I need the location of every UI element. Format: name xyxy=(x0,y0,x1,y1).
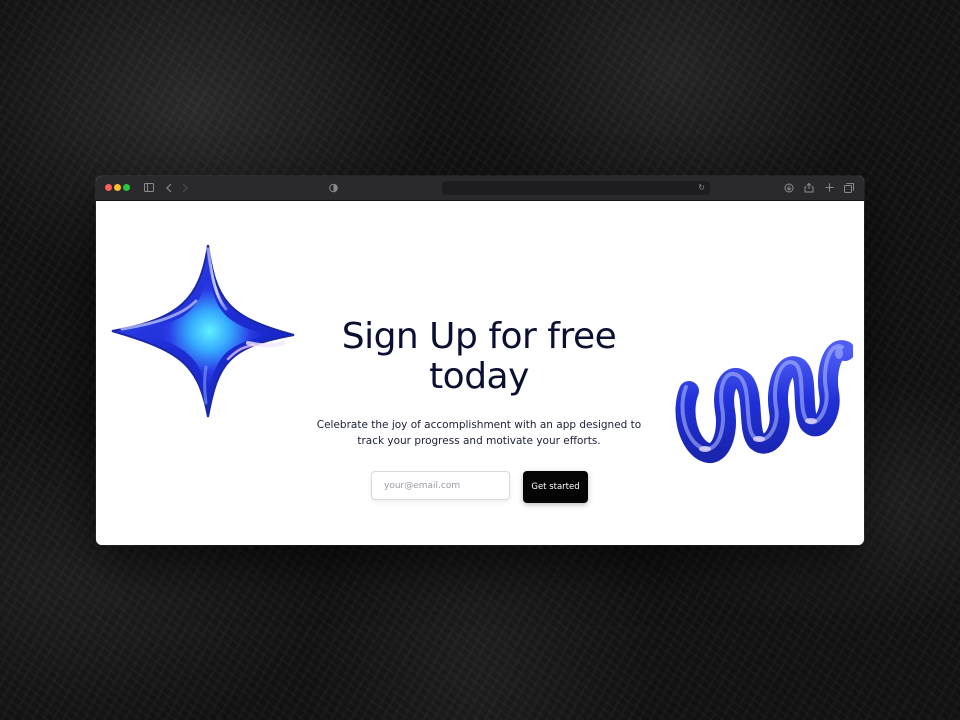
signup-page: Sign Up for free today Celebrate the joy… xyxy=(96,201,864,545)
back-chevron-icon[interactable] xyxy=(166,183,172,193)
download-icon[interactable] xyxy=(784,183,794,193)
glossy-star-illustration xyxy=(111,244,295,418)
browser-toolbar: ↻ xyxy=(96,176,864,201)
page-subtitle: Celebrate the joy of accomplishment with… xyxy=(316,419,642,447)
email-field[interactable] xyxy=(371,471,510,500)
new-tab-icon[interactable] xyxy=(825,183,834,192)
minimize-window-button[interactable] xyxy=(114,184,121,191)
forward-chevron-icon[interactable] xyxy=(182,183,188,193)
page-title: Sign Up for free today xyxy=(341,316,617,397)
tabs-overview-icon[interactable] xyxy=(844,183,854,193)
maximize-window-button[interactable] xyxy=(123,184,130,191)
browser-window: ↻ Sign Up for free today Celebrate the j… xyxy=(96,176,864,545)
shield-icon[interactable] xyxy=(329,183,338,193)
share-icon[interactable] xyxy=(804,182,814,193)
address-bar[interactable]: ↻ xyxy=(442,181,710,195)
get-started-button[interactable]: Get started xyxy=(523,471,588,503)
sidebar-icon[interactable] xyxy=(144,183,154,192)
glossy-coil-illustration xyxy=(675,340,853,463)
close-window-button[interactable] xyxy=(105,184,112,191)
reload-icon[interactable]: ↻ xyxy=(698,181,705,195)
